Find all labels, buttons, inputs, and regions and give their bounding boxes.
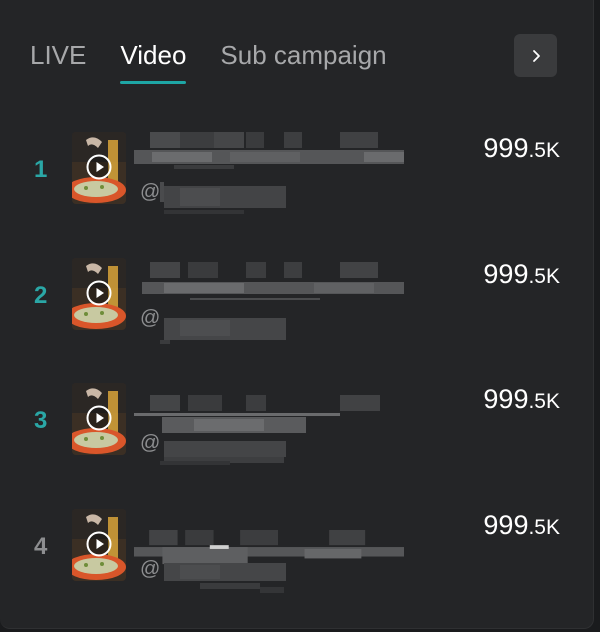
video-thumbnail[interactable] [72,258,126,330]
list-item[interactable]: 4 @ 999.5K [0,509,594,593]
ranking-panel: LIVE Video Sub campaign 1 @ 999.5K 2 @ 9… [0,0,594,629]
chevron-right-icon [532,49,540,62]
video-thumbnail[interactable] [72,132,126,204]
creator-handle-redacted [160,441,286,465]
video-title-redacted [134,395,380,433]
list-item[interactable]: 2 @ 999.5K [0,258,594,344]
tab-sub-campaign[interactable]: Sub campaign [220,38,386,72]
metric-value: 999.5K [483,259,560,289]
creator-handle-prefix: @ [140,558,161,580]
play-icon [86,531,112,557]
video-thumbnail[interactable] [72,509,126,581]
rank-number: 4 [34,533,48,560]
metric-value: 999.5K [483,384,560,414]
creator-handle-prefix: @ [140,307,161,329]
next-tab-button[interactable] [514,34,557,77]
creator-handle-redacted [160,318,286,344]
list-item[interactable]: 1 @ 999.5K [0,132,594,214]
creator-handle-prefix: @ [140,181,161,203]
tab-video[interactable]: Video [120,38,187,84]
rank-number: 1 [34,156,48,183]
play-icon [86,405,112,431]
tab-live[interactable]: LIVE [30,38,86,72]
video-title-redacted [142,262,404,300]
video-thumbnail[interactable] [72,383,126,455]
rank-number: 3 [34,407,48,434]
creator-handle-prefix: @ [140,432,161,454]
play-icon [86,154,112,180]
metric-value: 999.5K [483,133,560,163]
play-icon [86,280,112,306]
creator-handle-redacted [160,182,286,214]
tab-bar: LIVE Video Sub campaign [30,38,421,88]
creator-handle-redacted [164,563,286,593]
video-title-redacted [134,132,404,169]
list-item[interactable]: 3 @ 999.5K [0,383,594,465]
metric-value: 999.5K [483,510,560,540]
rank-number: 2 [34,282,48,309]
